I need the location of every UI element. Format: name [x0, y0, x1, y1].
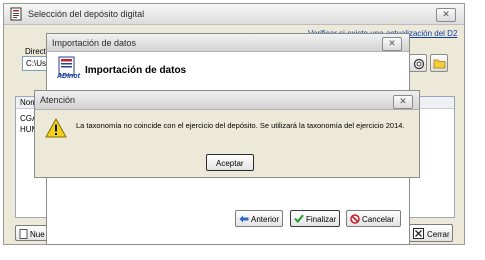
accept-button[interactable]: Aceptar: [206, 154, 254, 171]
folder-icon: [433, 58, 446, 69]
atencion-close-button[interactable]: ✕: [393, 95, 413, 109]
importacion-title: Importación de datos: [52, 38, 137, 48]
search-button[interactable]: [409, 54, 427, 72]
new-document-icon: [19, 229, 28, 239]
seleccion-close-button[interactable]: ✕: [436, 8, 456, 22]
new-button-label: Nue: [30, 230, 45, 239]
atencion-dialog: Atención ✕ La taxonomía no coincide con …: [34, 90, 420, 178]
browse-folder-button[interactable]: [430, 54, 448, 72]
importacion-heading: Importación de datos: [85, 65, 187, 76]
seleccion-title-bar: Selección del depósito digital ✕: [4, 4, 464, 25]
close-x-icon: ✕: [399, 96, 407, 106]
back-button-label: Anterior: [251, 215, 280, 224]
warning-icon: [45, 118, 67, 138]
arrow-left-icon: [239, 215, 249, 223]
close-button-label: Cerrar: [427, 230, 450, 239]
atencion-title: Atención: [40, 95, 76, 105]
adinot-logo-text: ADInot: [57, 73, 80, 80]
finish-button[interactable]: Finalizar: [290, 210, 340, 227]
cancel-button[interactable]: Cancelar: [346, 210, 401, 227]
atencion-title-bar: Atención ✕: [35, 91, 419, 110]
cancel-icon: [350, 214, 360, 224]
adinot-logo: ADInot: [57, 56, 80, 82]
search-icon: [413, 58, 425, 70]
seleccion-title: Selección del depósito digital: [28, 9, 145, 19]
close-x-icon: ✕: [442, 9, 450, 19]
close-x-icon: [413, 228, 424, 239]
close-x-icon: ✕: [388, 38, 396, 48]
close-button[interactable]: Cerrar: [409, 224, 453, 242]
importacion-title-bar: Importación de datos ✕: [47, 34, 409, 52]
accept-button-label: Aceptar: [216, 159, 244, 168]
check-icon: [294, 214, 304, 223]
app-document-icon: [9, 7, 23, 21]
importacion-close-button[interactable]: ✕: [382, 37, 402, 51]
alert-message: La taxonomía no coincide con el ejercici…: [76, 121, 405, 130]
back-button[interactable]: Anterior: [235, 210, 283, 227]
cancel-button-label: Cancelar: [362, 215, 395, 224]
finish-button-label: Finalizar: [306, 215, 337, 224]
